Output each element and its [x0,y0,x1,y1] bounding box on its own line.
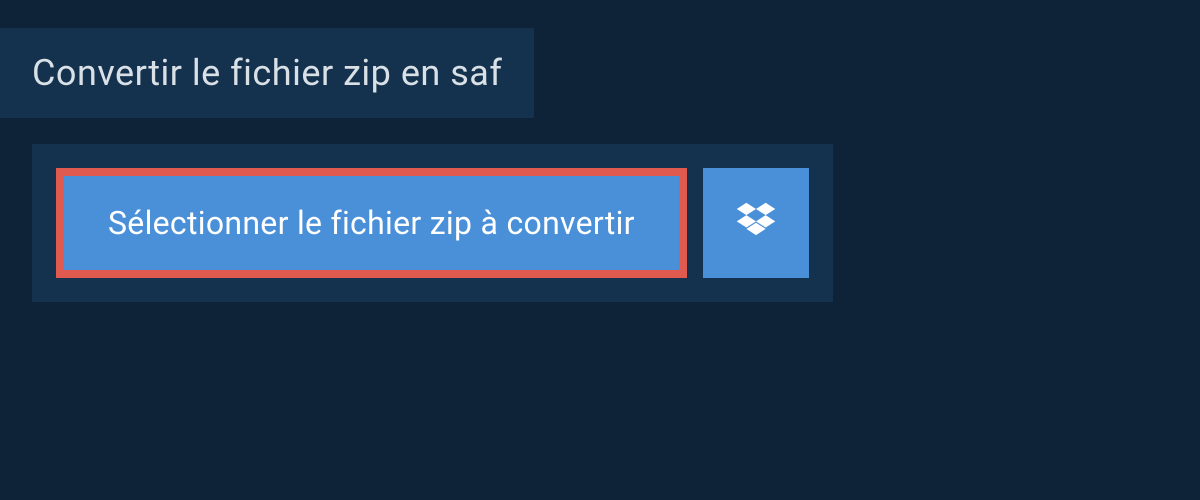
dropbox-button[interactable] [703,168,809,278]
action-panel: Sélectionner le fichier zip à convertir [32,144,833,302]
select-file-button[interactable]: Sélectionner le fichier zip à convertir [56,168,687,278]
page-title: Convertir le fichier zip en saf [32,52,502,94]
header-bar: Convertir le fichier zip en saf [0,28,534,118]
dropbox-icon [734,200,778,247]
